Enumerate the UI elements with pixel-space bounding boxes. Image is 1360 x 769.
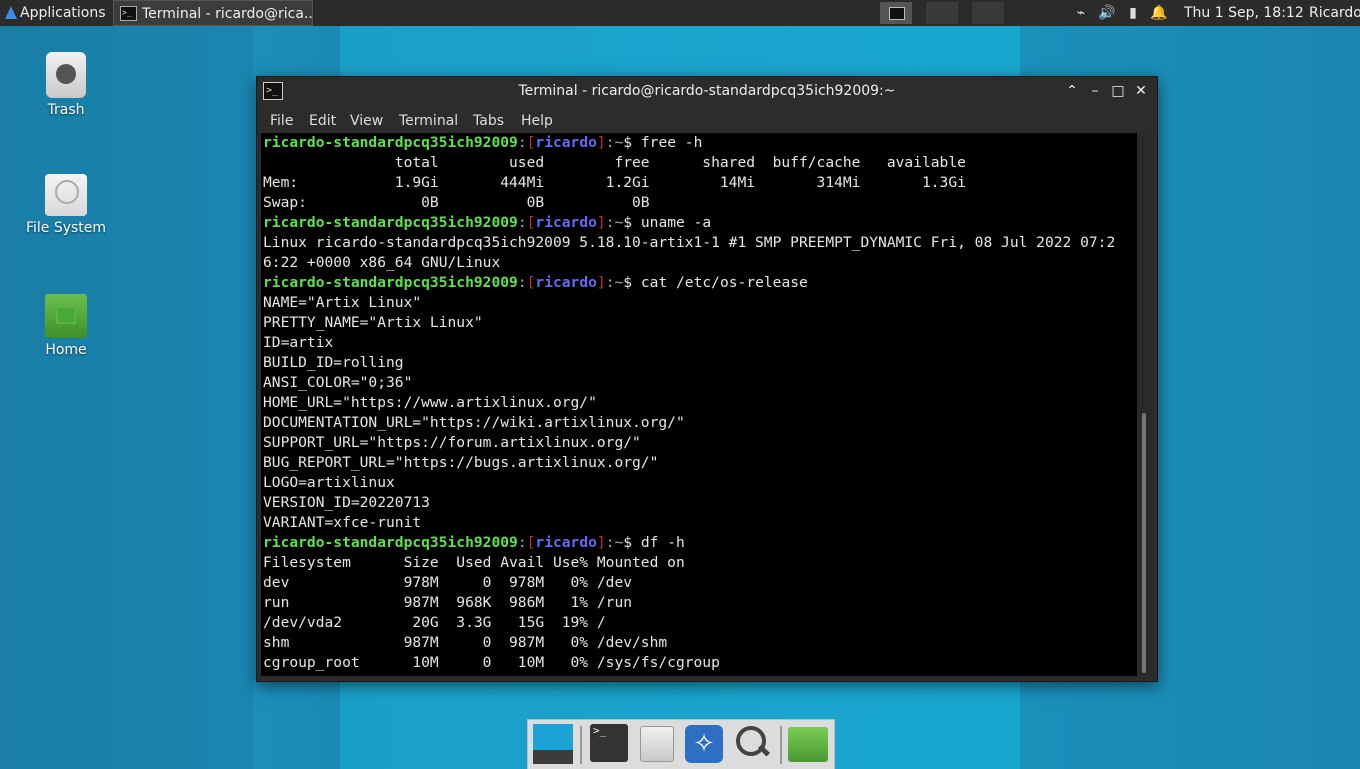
show-desktop-icon [533,724,573,750]
top-panel: Applications ⋮ >_ Terminal - ricardo@ric… [0,0,1360,26]
terminal-window: >_ Terminal - ricardo@ricardo-standardpc… [256,76,1158,682]
prompt-line: ricardo-standardpcq35ich92009:[ricardo]:… [263,274,808,291]
output-line: LOGO=artixlinux [263,474,395,491]
home-folder-icon [45,294,87,338]
folder-icon [788,727,828,762]
menu-help[interactable]: Help [521,113,553,129]
scrollbar-thumb[interactable] [1142,413,1146,673]
window-title: Terminal - ricardo@ricardo-standardpcq35… [518,83,896,99]
output-line: PRETTY_NAME="Artix Linux" [263,314,483,331]
taskbar-terminal-button[interactable]: >_ Terminal - ricardo@rica... [113,0,313,26]
workspace-1[interactable] [880,2,912,24]
desktop-filesystem-label: File System [25,220,107,236]
volume-icon[interactable]: 🔊 [1098,4,1116,22]
trash-icon [46,52,86,98]
terminal-scrollbar[interactable] [1137,133,1153,676]
terminal-icon [889,7,905,20]
drive-icon [45,174,87,216]
shade-button[interactable]: ⌃ [1063,82,1081,100]
desktop-trash[interactable]: Trash [16,52,116,118]
desktop-filesystem[interactable]: File System [16,174,116,236]
dock-separator [580,726,582,764]
taskbar-terminal-label: Terminal - ricardo@rica... [142,6,313,22]
menu-file[interactable]: File [270,113,293,129]
terminal-output[interactable]: ricardo-standardpcq35ich92009:[ricardo]:… [261,133,1137,676]
output-line: VARIANT=xfce-runit [263,514,422,531]
maximize-button[interactable]: □ [1109,82,1127,100]
output-line: ANSI_COLOR="0;36" [263,374,413,391]
menu-edit[interactable]: Edit [309,113,336,129]
compass-icon: ✧ [685,725,723,763]
output-line: BUILD_ID=rolling [263,354,404,371]
output-line: DOCUMENTATION_URL="https://wiki.artixlin… [263,414,685,431]
output-line: Filesystem Size Used Avail Use% Mounted … [263,554,685,571]
dock: >_ ✧ [527,719,835,769]
dock-separator [780,726,782,764]
workspace-2[interactable] [926,2,958,24]
output-line: ID=artix [263,334,334,351]
title-bar[interactable]: >_ Terminal - ricardo@ricardo-standardpc… [257,77,1157,107]
output-line: 6:22 +0000 x86_64 GNU/Linux [263,254,501,271]
output-line: HOME_URL="https://www.artixlinux.org/" [263,394,597,411]
search-icon-handle [757,744,771,757]
applications-label: Applications [20,5,106,21]
network-icon[interactable]: ⌁ [1072,4,1090,22]
workspace-switcher [880,2,1016,24]
file-cabinet-icon [640,726,674,762]
dock-web-browser-button[interactable]: ✧ [682,724,724,764]
desktop-trash-label: Trash [47,102,85,118]
output-line: NAME="Artix Linux" [263,294,422,311]
minimize-button[interactable]: – [1086,82,1104,100]
close-button[interactable]: ✕ [1132,82,1150,100]
output-line: shm 987M 0 987M 0% /dev/shm [263,634,668,651]
show-desktop-icon-base [533,750,573,764]
prompt-line: ricardo-standardpcq35ich92009:[ricardo]:… [263,214,712,231]
menu-tabs[interactable]: Tabs [473,113,504,129]
output-line: cgroup_root 10M 0 10M 0% /sys/fs/cgroup [263,654,720,671]
output-line: total used free shared buff/cache availa… [263,154,966,171]
menu-terminal[interactable]: Terminal [399,113,458,129]
desktop-home-label: Home [45,342,87,358]
artix-logo-icon [5,6,17,19]
dock-file-manager-button[interactable] [634,724,676,764]
notification-bell-icon[interactable]: 🔔 [1150,4,1168,22]
desktop-home[interactable]: Home [16,294,116,358]
prompt-line: ricardo-standardpcq35ich92009:[ricardo]:… [263,534,685,551]
battery-icon[interactable]: ▮ [1124,4,1142,22]
workspace-3[interactable] [972,2,1004,24]
clock[interactable]: Thu 1 Sep, 18:12 [1184,0,1304,26]
output-line: run 987M 968K 986M 1% /run [263,594,633,611]
user-menu[interactable]: Ricardo [1309,0,1360,26]
output-line: VERSION_ID=20220713 [263,494,430,511]
dock-show-desktop-button[interactable] [529,724,573,764]
output-line: /dev/vda2 20G 3.3G 15G 19% / [263,614,606,631]
dock-terminal-button[interactable]: >_ [586,724,628,764]
prompt-line: ricardo-standardpcq35ich92009:[ricardo]:… [263,134,703,151]
output-line: BUG_REPORT_URL="https://bugs.artixlinux.… [263,454,659,471]
output-line: Swap: 0B 0B 0B [263,194,650,211]
dock-app-finder-button[interactable] [730,724,772,764]
output-line: dev 978M 0 978M 0% /dev [263,574,633,591]
terminal-icon: >_ [120,6,137,21]
menu-view[interactable]: View [350,113,383,129]
output-line: Linux ricardo-standardpcq35ich92009 5.18… [263,234,1116,251]
terminal-icon: >_ [590,724,628,762]
output-line: Mem: 1.9Gi 444Mi 1.2Gi 14Mi 314Mi 1.3Gi [263,174,966,191]
output-line: SUPPORT_URL="https://forum.artixlinux.or… [263,434,641,451]
dock-home-folder-button[interactable] [786,724,828,764]
